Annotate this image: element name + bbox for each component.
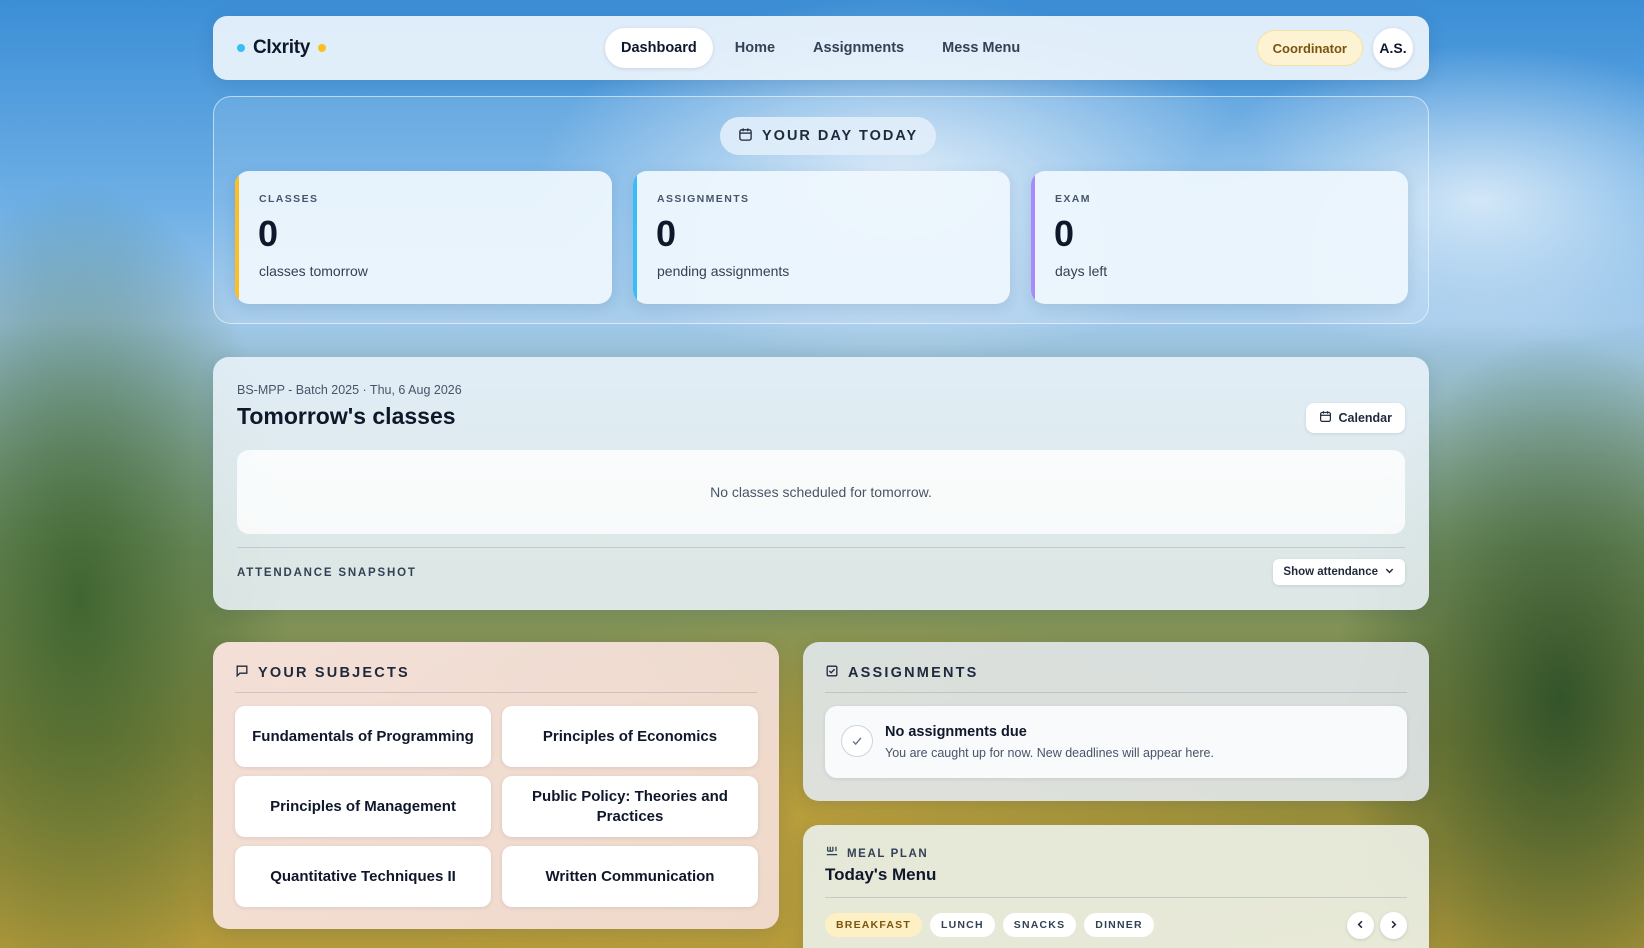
divider	[825, 897, 1407, 898]
assignments-heading-label: ASSIGNMENTS	[848, 665, 979, 681]
subjects-grid: Fundamentals of Programming Principles o…	[235, 706, 758, 907]
show-attendance-label: Show attendance	[1283, 566, 1378, 578]
calendar-icon	[1319, 410, 1332, 426]
stat-value: 0	[258, 213, 279, 254]
calendar-button-label: Calendar	[1338, 411, 1393, 425]
tab-breakfast[interactable]: BREAKFAST	[825, 913, 922, 937]
subjects-heading: YOUR SUBJECTS	[235, 664, 410, 682]
brand-dot-right	[318, 44, 327, 52]
meal-plan-label: MEAL PLAN	[847, 847, 929, 860]
next-day-button[interactable]	[1380, 912, 1407, 939]
day-today-label: YOUR DAY TODAY	[762, 128, 919, 144]
stat-accent-bar	[633, 171, 637, 304]
subject-card[interactable]: Quantitative Techniques II	[235, 846, 491, 907]
attendance-snapshot-label: ATTENDANCE SNAPSHOT	[237, 567, 417, 579]
subjects-heading-label: YOUR SUBJECTS	[258, 665, 410, 681]
assignments-panel: ASSIGNMENTS No assignments due You are c…	[803, 642, 1429, 801]
chevron-down-icon	[1384, 565, 1395, 579]
subject-card[interactable]: Principles of Management	[235, 776, 491, 837]
nav-link-mess-menu[interactable]: Mess Menu	[926, 28, 1036, 68]
utensils-icon	[825, 845, 839, 862]
stat-card-exam[interactable]: EXAM 0 days left	[1031, 171, 1408, 304]
batch-date-meta: BS-MPP - Batch 2025 · Thu, 6 Aug 2026	[237, 383, 462, 397]
divider	[825, 692, 1407, 693]
tab-lunch[interactable]: LUNCH	[929, 913, 995, 937]
subjects-panel: YOUR SUBJECTS Fundamentals of Programmin…	[213, 642, 779, 929]
meal-tabs: BREAKFAST LUNCH SNACKS DINNER	[825, 913, 1154, 937]
brand-name: Clxrity	[253, 37, 311, 58]
stat-sub: pending assignments	[657, 263, 790, 279]
divider	[237, 547, 1405, 548]
nav-link-dashboard[interactable]: Dashboard	[605, 28, 713, 68]
stat-accent-bar	[1031, 171, 1035, 304]
no-assignments-subtitle: You are caught up for now. New deadlines…	[885, 746, 1214, 760]
meal-nav-arrows	[1347, 912, 1407, 939]
checkbox-icon	[825, 664, 839, 682]
tab-dinner[interactable]: DINNER	[1084, 913, 1154, 937]
assignments-heading: ASSIGNMENTS	[825, 664, 979, 682]
tab-snacks[interactable]: SNACKS	[1002, 913, 1077, 937]
subject-card[interactable]: Public Policy: Theories and Practices	[502, 776, 758, 837]
nav-links: Dashboard Home Assignments Mess Menu	[605, 28, 1036, 68]
calendar-button[interactable]: Calendar	[1305, 403, 1405, 433]
stat-sub: days left	[1055, 263, 1108, 279]
no-classes-message: No classes scheduled for tomorrow.	[237, 450, 1405, 534]
brand[interactable]: Clxrity	[237, 16, 327, 80]
stat-label: ASSIGNMENTS	[657, 193, 750, 205]
calendar-icon	[738, 127, 753, 146]
stat-sub: classes tomorrow	[259, 263, 368, 279]
nav-right: Coordinator A.S.	[1256, 28, 1413, 68]
stat-label: EXAM	[1055, 193, 1091, 205]
chevron-left-icon	[1355, 917, 1366, 935]
dashboard-page: Clxrity Dashboard Home Assignments Mess …	[0, 0, 1644, 948]
tomorrow-classes-panel: BS-MPP - Batch 2025 · Thu, 6 Aug 2026 To…	[213, 357, 1429, 610]
day-today-section: YOUR DAY TODAY CLASSES 0 classes tomorro…	[213, 96, 1429, 324]
role-badge[interactable]: Coordinator	[1256, 30, 1363, 66]
stat-label: CLASSES	[259, 193, 319, 205]
prev-day-button[interactable]	[1347, 912, 1374, 939]
stat-card-classes[interactable]: CLASSES 0 classes tomorrow	[235, 171, 612, 304]
day-today-pill: YOUR DAY TODAY	[720, 117, 937, 155]
subject-card[interactable]: Principles of Economics	[502, 706, 758, 767]
stat-accent-bar	[235, 171, 239, 304]
avatar[interactable]: A.S.	[1373, 28, 1413, 68]
check-icon	[841, 725, 873, 757]
chevron-right-icon	[1388, 917, 1399, 935]
stat-card-assignments[interactable]: ASSIGNMENTS 0 pending assignments	[633, 171, 1010, 304]
divider	[235, 692, 757, 693]
stat-value: 0	[1054, 213, 1075, 254]
meal-plan-heading: MEAL PLAN	[825, 845, 928, 862]
nav-link-home[interactable]: Home	[719, 28, 791, 68]
meal-plan-panel: MEAL PLAN Today's Menu BREAKFAST LUNCH S…	[803, 825, 1429, 948]
top-nav: Clxrity Dashboard Home Assignments Mess …	[213, 16, 1429, 80]
meal-title: Today's Menu	[825, 865, 937, 884]
brand-dot-left	[237, 44, 245, 52]
no-assignments-title: No assignments due	[885, 724, 1027, 740]
subject-card[interactable]: Fundamentals of Programming	[235, 706, 491, 767]
page-title: Tomorrow's classes	[237, 403, 456, 429]
subject-card[interactable]: Written Communication	[502, 846, 758, 907]
no-assignments-card: No assignments due You are caught up for…	[825, 706, 1407, 778]
stat-value: 0	[656, 213, 677, 254]
nav-link-assignments[interactable]: Assignments	[797, 28, 920, 68]
chat-icon	[235, 664, 249, 682]
show-attendance-button[interactable]: Show attendance	[1273, 559, 1405, 585]
